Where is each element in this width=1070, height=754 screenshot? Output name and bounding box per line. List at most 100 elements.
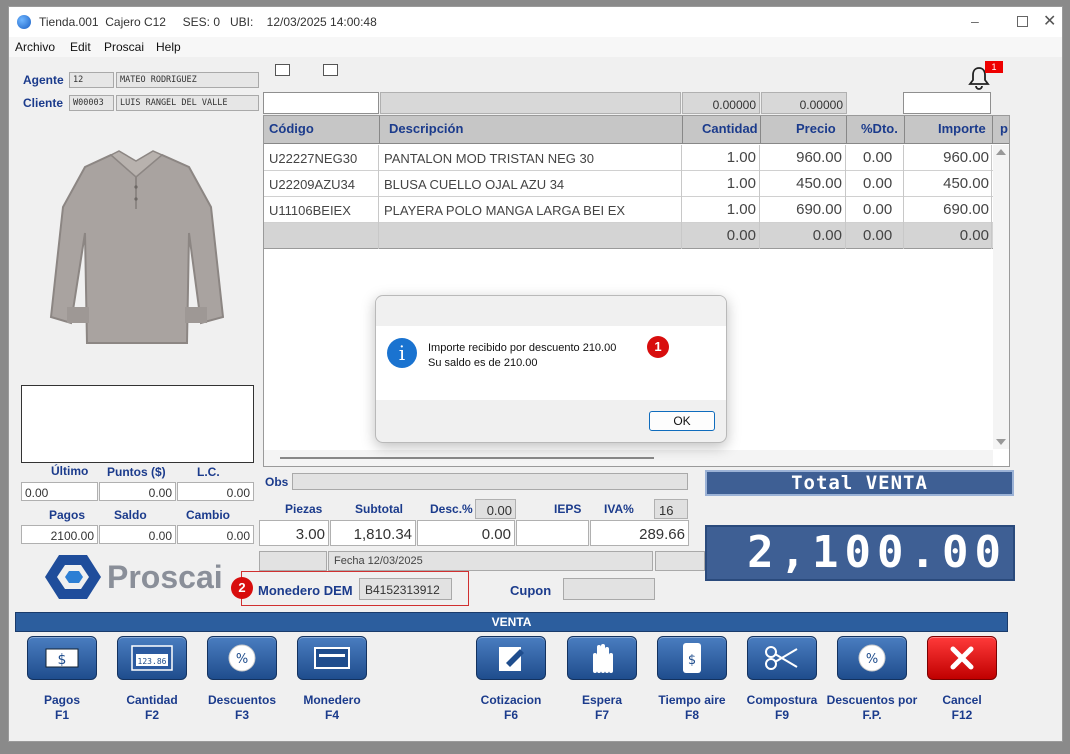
- col-descripcion[interactable]: Descripción: [389, 121, 463, 136]
- fkey-label[interactable]: Cancel F12: [907, 693, 1017, 723]
- cambio-label: Cambio: [186, 508, 231, 522]
- notes-box[interactable]: [21, 385, 254, 463]
- close-icon[interactable]: ✕: [1043, 11, 1056, 31]
- svg-text:%: %: [866, 652, 878, 667]
- ieps-field: [516, 520, 589, 546]
- minimize-icon[interactable]: –: [971, 13, 979, 29]
- calculator-icon: 123.86: [118, 637, 186, 679]
- table-cell: 1.00: [682, 145, 760, 171]
- agent-name-field: MATEO RODRIGUEZ: [116, 72, 259, 88]
- fkey-shortcut: F12: [951, 708, 973, 722]
- fkey-button-monedero[interactable]: [297, 636, 367, 680]
- menu-edit[interactable]: Edit: [70, 40, 91, 54]
- svg-text:%: %: [236, 652, 248, 667]
- scroll-down-icon[interactable]: [996, 439, 1006, 445]
- table-cell: 690.00: [904, 197, 992, 223]
- fkey-button-pagos[interactable]: $: [27, 636, 97, 680]
- puntos-label: Puntos ($): [107, 465, 166, 479]
- info-icon: i: [387, 338, 417, 368]
- col-importe[interactable]: Importe: [938, 121, 986, 136]
- total-label: Total VENTA: [705, 470, 1014, 496]
- percent-icon: %: [838, 637, 906, 679]
- app-window: Tienda.001 Cajero C12 SES: 0 UBI: 12/03/…: [8, 6, 1063, 742]
- fkey-label[interactable]: Monedero F4: [277, 693, 387, 723]
- proscai-logo-text: Proscai: [107, 559, 223, 595]
- monedero-field[interactable]: B4152313912: [359, 578, 452, 600]
- iva-pct-field[interactable]: 16: [654, 499, 688, 519]
- menu-help[interactable]: Help: [156, 40, 181, 54]
- table-cell: 0.00: [846, 223, 904, 249]
- dialog-message-2: Su saldo es de 210.00: [428, 357, 538, 369]
- fkey-button-compostura[interactable]: [747, 636, 817, 680]
- iva-field: 289.66: [590, 520, 689, 546]
- table-cell: 960.00: [904, 145, 992, 171]
- col-dto[interactable]: %Dto.: [861, 121, 898, 136]
- pagos-field: 2100.00: [21, 525, 98, 544]
- col-precio[interactable]: Precio: [796, 121, 836, 136]
- table-row[interactable]: U22209AZU34 BLUSA CUELLO OJAL AZU 34 1.00 4…: [264, 171, 993, 197]
- table-cell: 0.00: [846, 145, 904, 171]
- fkey-button-cotizacion[interactable]: [476, 636, 546, 680]
- obs-label: Obs: [265, 475, 289, 489]
- table-filter-1[interactable]: [263, 92, 379, 114]
- fecha-left-field: [259, 551, 327, 571]
- phone-icon: $: [658, 637, 726, 679]
- window-title: Tienda.001 Cajero C12 SES: 0 UBI: 12/03/…: [39, 15, 377, 29]
- fkey-button-descuentos[interactable]: %: [207, 636, 277, 680]
- top-value-2: 0.00000: [761, 92, 847, 114]
- vertical-scrollbar[interactable]: [993, 145, 1009, 449]
- option-checkbox-1[interactable]: [275, 64, 290, 76]
- ultimo-field: 0.00: [21, 482, 98, 501]
- table-cell: PLAYERA POLO MANGA LARGA BEI EX: [379, 197, 682, 223]
- menu-proscai[interactable]: Proscai: [104, 40, 144, 54]
- marker-2: 2: [231, 577, 253, 599]
- fkey-shortcut: F4: [324, 708, 339, 722]
- horizontal-scrollbar[interactable]: [264, 450, 993, 466]
- col-p[interactable]: p: [1000, 121, 1008, 136]
- proscai-logo-icon: [45, 553, 101, 601]
- info-dialog: i Importe recibido por descuento 210.00 …: [375, 295, 727, 443]
- table-row[interactable]: U11106BEIEX PLAYERA POLO MANGA LARGA BEI …: [264, 197, 993, 223]
- table-cell: 0.00: [904, 223, 992, 249]
- cupon-field[interactable]: [563, 578, 655, 600]
- horizontal-scroll-thumb[interactable]: [280, 457, 654, 459]
- table-row[interactable]: U22227NEG30 PANTALON MOD TRISTAN NEG 30 1.…: [264, 145, 993, 171]
- hand-icon: [568, 637, 636, 679]
- notification-count-badge: 1: [985, 61, 1003, 73]
- option-checkbox-2[interactable]: [323, 64, 338, 76]
- svg-text:$: $: [688, 653, 696, 668]
- table-cell: 0.00: [846, 171, 904, 197]
- grid-header: Código Descripción Cantidad Precio %Dto.…: [264, 116, 1009, 144]
- scissors-icon: [748, 637, 816, 679]
- agent-code-field[interactable]: 12: [69, 72, 114, 88]
- piezas-label: Piezas: [285, 502, 323, 516]
- col-cantidad[interactable]: Cantidad: [702, 121, 758, 136]
- table-cell: 450.00: [904, 171, 992, 197]
- total-value: 2,100.00: [705, 525, 1015, 581]
- fkey-button-cancel[interactable]: [927, 636, 997, 680]
- table-cell: 1.00: [682, 197, 760, 223]
- subtotal-label: Subtotal: [355, 502, 403, 516]
- client-code-field[interactable]: W00003: [69, 95, 114, 111]
- table-cell: [264, 223, 379, 249]
- card-icon: [298, 637, 366, 679]
- client-name-field: LUIS RANGEL DEL VALLE: [116, 95, 259, 111]
- table-row[interactable]: 0.00 0.00 0.00 0.00: [264, 223, 993, 249]
- fkey-button-descuentos-por[interactable]: %: [837, 636, 907, 680]
- table-filter-3[interactable]: [903, 92, 991, 114]
- desc-pct-field[interactable]: 0.00: [475, 499, 516, 519]
- ieps-label: IEPS: [554, 502, 582, 516]
- piezas-field: 3.00: [259, 520, 329, 546]
- lc-label: L.C.: [197, 465, 220, 479]
- fkey-button-tiempo-aire[interactable]: $: [657, 636, 727, 680]
- fkey-button-espera[interactable]: [567, 636, 637, 680]
- table-cell: BLUSA CUELLO OJAL AZU 34: [379, 171, 682, 197]
- menu-archivo[interactable]: Archivo: [15, 40, 55, 54]
- col-codigo[interactable]: Código: [269, 121, 314, 136]
- scroll-up-icon[interactable]: [996, 149, 1006, 155]
- iva-label: IVA%: [604, 502, 634, 516]
- maximize-icon[interactable]: [1017, 16, 1028, 27]
- ok-button[interactable]: OK: [649, 411, 715, 431]
- obs-field[interactable]: [292, 473, 688, 490]
- fkey-button-cantidad[interactable]: 123.86: [117, 636, 187, 680]
